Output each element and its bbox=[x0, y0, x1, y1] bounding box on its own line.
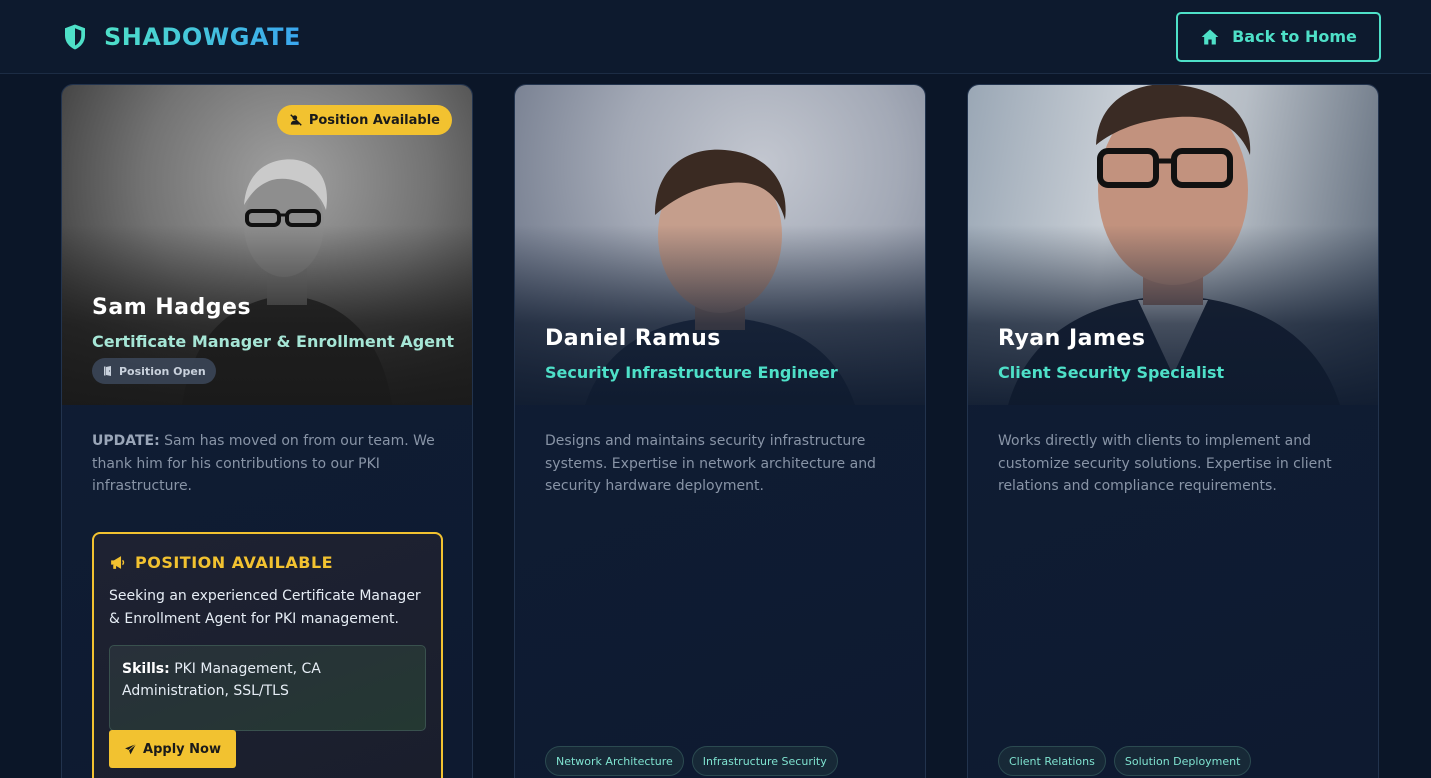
team-card-ryan-james: Ryan James Client Security Specialist Wo… bbox=[967, 84, 1379, 778]
position-box-title: POSITION AVAILABLE bbox=[109, 553, 333, 572]
skill-tag: Client Relations bbox=[998, 746, 1106, 776]
brand[interactable]: SHADOWGATE bbox=[60, 22, 301, 52]
profile-photo bbox=[968, 85, 1378, 405]
position-available-badge: Position Available bbox=[276, 105, 452, 135]
back-to-home-button[interactable]: Back to Home bbox=[1176, 11, 1381, 62]
position-open-tag: Position Open bbox=[92, 358, 216, 384]
member-role: Certificate Manager & Enrollment Agent bbox=[92, 332, 455, 351]
position-box-title-text: POSITION AVAILABLE bbox=[135, 553, 334, 572]
skill-tags: Network Architecture Infrastructure Secu… bbox=[545, 746, 838, 776]
door-open-icon bbox=[104, 366, 111, 376]
member-name: Daniel Ramus bbox=[545, 326, 721, 351]
skills-label: Skills: bbox=[122, 661, 170, 677]
profile-photo bbox=[515, 85, 925, 405]
user-slash-icon bbox=[290, 114, 302, 126]
member-description: UPDATE: Sam has moved on from our team. … bbox=[92, 430, 452, 498]
skill-tag: Infrastructure Security bbox=[691, 746, 838, 776]
home-icon bbox=[1201, 29, 1219, 44]
member-name: Sam Hadges bbox=[92, 295, 252, 320]
member-description: Works directly with clients to implement… bbox=[998, 433, 1332, 494]
skill-tag: Solution Deployment bbox=[1113, 746, 1252, 776]
position-available-box: POSITION AVAILABLE Seeking an experience… bbox=[92, 532, 443, 778]
skill-tags: Client Relations Solution Deployment bbox=[998, 746, 1252, 776]
brand-name: SHADOWGATE bbox=[104, 22, 301, 51]
member-description: Designs and maintains security infrastru… bbox=[545, 433, 876, 494]
paper-plane-icon bbox=[125, 743, 137, 754]
skill-tag: Network Architecture bbox=[545, 746, 684, 776]
position-box-text: Seeking an experienced Certificate Manag… bbox=[109, 588, 421, 627]
team-card-daniel-ramus: Daniel Ramus Security Infrastructure Eng… bbox=[514, 84, 926, 778]
apply-now-button[interactable]: Apply Now bbox=[109, 730, 236, 768]
position-available-badge-label: Position Available bbox=[308, 112, 440, 128]
top-navbar: SHADOWGATE Back to Home bbox=[0, 0, 1431, 74]
back-to-home-label: Back to Home bbox=[1232, 27, 1357, 46]
skills-box: Skills: PKI Management, CA Administratio… bbox=[109, 645, 426, 731]
apply-now-label: Apply Now bbox=[143, 741, 221, 757]
shield-icon bbox=[65, 24, 85, 49]
update-label: UPDATE: bbox=[92, 433, 160, 449]
member-name: Ryan James bbox=[998, 326, 1146, 351]
team-card-sam-hadges: Position Available Sam Hadges Certificat… bbox=[61, 84, 473, 778]
member-role: Client Security Specialist bbox=[998, 363, 1225, 382]
position-open-label: Position Open bbox=[119, 364, 206, 378]
member-role: Security Infrastructure Engineer bbox=[545, 363, 838, 382]
megaphone-icon bbox=[111, 556, 125, 569]
